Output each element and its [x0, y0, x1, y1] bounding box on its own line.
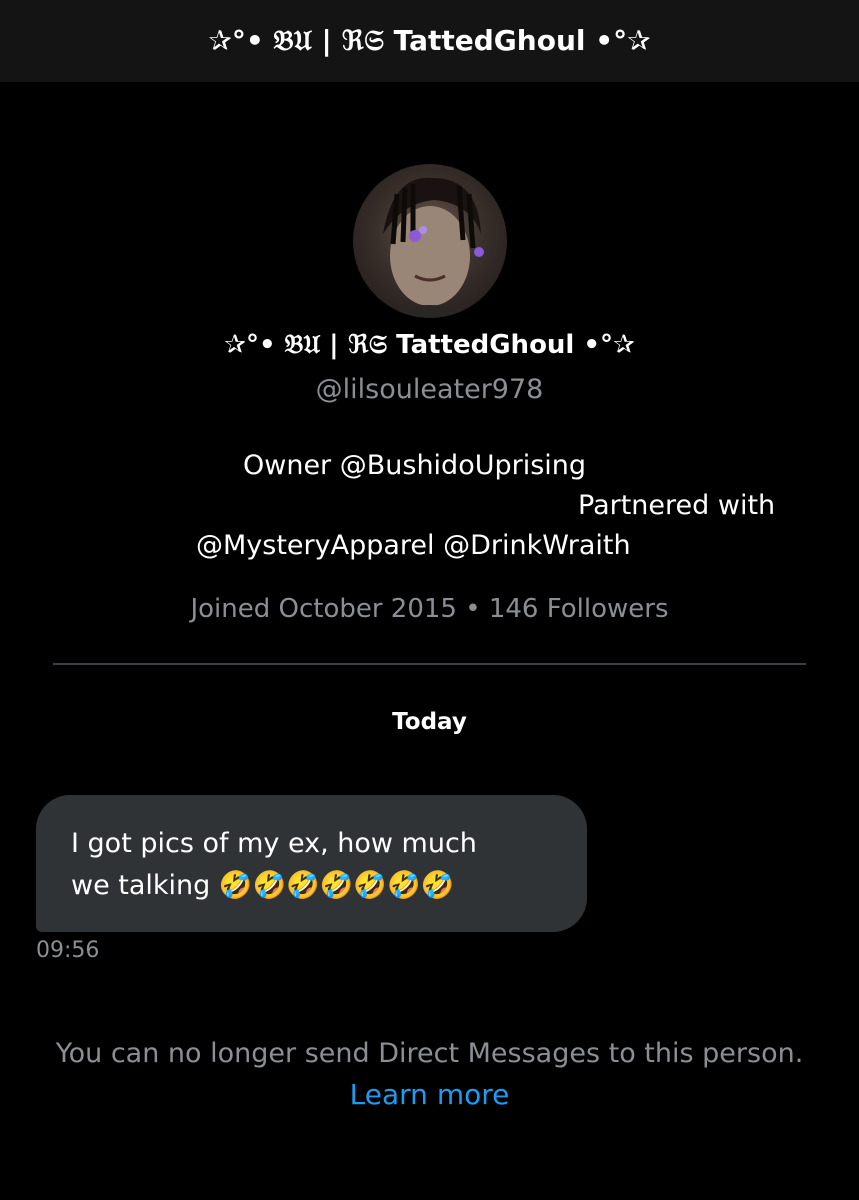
bio-line: Owner @BushidoUprising: [243, 450, 587, 481]
profile-display-name[interactable]: ✰°• 𝔅𝔘 | ℜ𝔖 TattedGhoul •°✰: [0, 330, 859, 361]
profile-handle[interactable]: @lilsouleater978: [0, 374, 859, 405]
learn-more-link[interactable]: Learn more: [0, 1078, 859, 1111]
message-bubble[interactable]: I got pics of my ex, how much we talking…: [36, 795, 587, 932]
dm-restriction-notice: You can no longer send Direct Messages t…: [55, 1038, 804, 1069]
conversation-header: ✰°• 𝔅𝔘 | ℜ𝔖 TattedGhoul •°✰: [0, 0, 859, 82]
bio-line: @MysteryApparel @DrinkWraith: [196, 530, 631, 561]
avatar-image: [373, 177, 487, 318]
header-title[interactable]: ✰°• 𝔅𝔘 | ℜ𝔖 TattedGhoul •°✰: [208, 24, 650, 58]
divider: [53, 663, 806, 665]
message-text: I got pics of my ex, how much we talking…: [71, 828, 477, 901]
profile-meta: Joined October 2015 • 146 Followers: [190, 594, 669, 624]
avatar[interactable]: [353, 164, 507, 318]
date-separator: Today: [392, 709, 467, 735]
message-timestamp: 09:56: [36, 938, 100, 963]
bio-line: Partnered with: [578, 490, 776, 521]
